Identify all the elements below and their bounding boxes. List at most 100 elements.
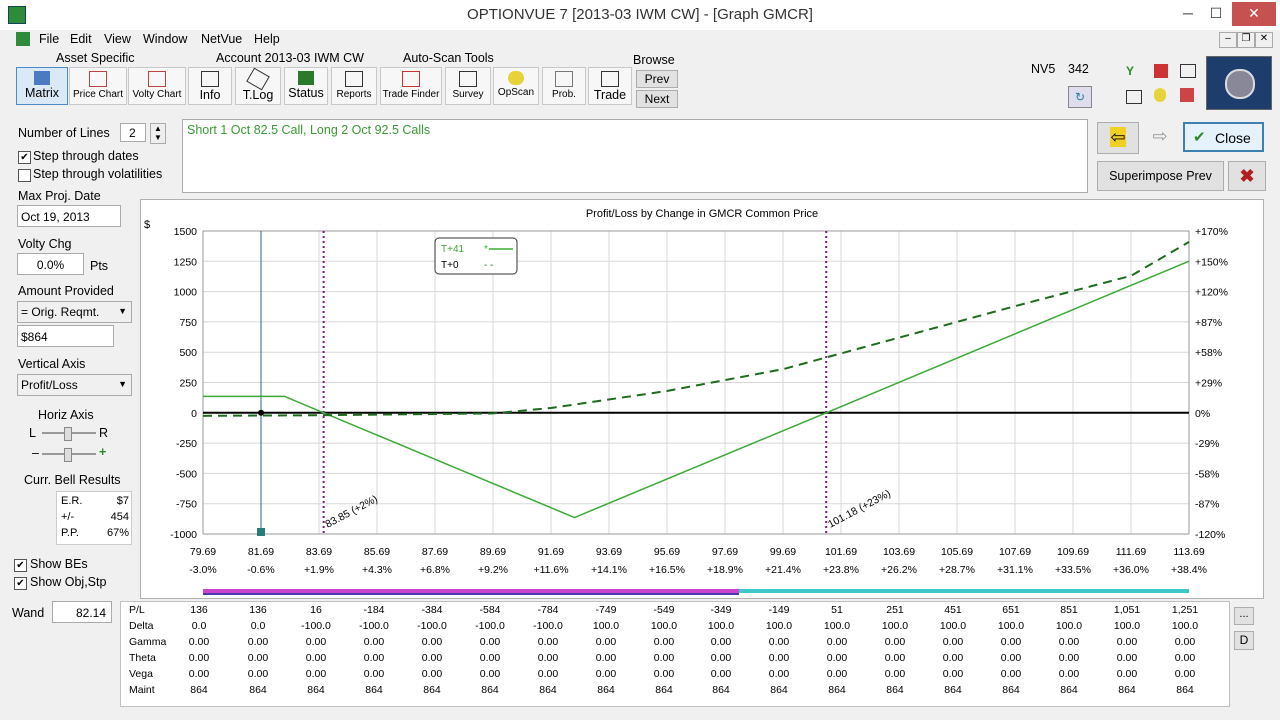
toolbar-status[interactable]: Status — [284, 67, 328, 105]
show-bes-checkbox[interactable]: ✔ — [14, 559, 27, 572]
close-window-button[interactable]: ✕ — [1232, 2, 1276, 26]
grid-cell: 0.00 — [1174, 636, 1196, 648]
grid-cell: 0.00 — [305, 636, 327, 648]
close-button[interactable]: ✔ Close — [1183, 122, 1264, 152]
toolbar-opscan[interactable]: OpScan — [493, 67, 539, 105]
filter-icon[interactable]: Y — [1126, 64, 1140, 78]
config-icon[interactable] — [1180, 88, 1194, 102]
grid-cell: 0.00 — [653, 668, 675, 680]
forward-arrow-button[interactable]: ⇨ — [1141, 122, 1179, 152]
step-vols-checkbox[interactable] — [18, 169, 31, 182]
superimpose-prev-button[interactable]: Superimpose Prev — [1097, 161, 1224, 191]
x-tick-label: 83.69 — [306, 546, 332, 558]
horiz-axis-l: L — [29, 426, 36, 440]
grid-cell: 0.00 — [479, 652, 501, 664]
toolbar-survey[interactable]: Survey — [445, 67, 491, 105]
amount-value-input[interactable]: $864 — [17, 325, 114, 347]
grid-more-button[interactable]: ... — [1234, 607, 1254, 625]
breakeven-label: 83.85 (+2%) — [323, 493, 379, 531]
grid-cell: 100.0 — [707, 620, 735, 632]
grid-cell: 0.00 — [247, 652, 269, 664]
grid-d-button[interactable]: D — [1234, 631, 1254, 650]
volty-chg-label: Volty Chg — [18, 237, 72, 251]
grid-cell: 864 — [712, 684, 730, 696]
alert-icon[interactable] — [1154, 64, 1168, 78]
toolbar-prob[interactable]: Prob. — [542, 67, 586, 105]
grid-cell: 100.0 — [881, 620, 909, 632]
toolbar-trade-finder[interactable]: Trade Finder — [380, 67, 442, 105]
step-dates-checkbox[interactable]: ✔ — [18, 151, 31, 164]
show-obj-checkbox[interactable]: ✔ — [14, 577, 27, 590]
number-of-lines-label: Number of Lines — [18, 126, 110, 140]
prob-icon — [555, 71, 573, 87]
menu-help[interactable]: Help — [254, 32, 280, 46]
grid-cell: 0.00 — [247, 668, 269, 680]
y2-tick-label: +150% — [1195, 256, 1228, 268]
edit-icon[interactable] — [1180, 64, 1196, 78]
grid-cell: 0.00 — [653, 652, 675, 664]
grid-cell: 0.00 — [305, 668, 327, 680]
lines-spinner[interactable]: ▲ ▼ — [150, 123, 166, 144]
grid-cell: 0.0 — [250, 620, 266, 632]
amount-provided-select[interactable]: = Orig. Reqmt. ▼ — [17, 301, 132, 323]
back-arrow-button[interactable]: ⇦ — [1097, 122, 1139, 154]
x-pct-label: +18.9% — [707, 564, 743, 576]
legend-t0-marker: - - — [484, 260, 493, 271]
delete-button[interactable]: ✖ — [1228, 161, 1266, 191]
refresh-icon[interactable]: ↻ — [1068, 86, 1092, 108]
tlog-icon — [246, 67, 270, 91]
chart-title: Profit/Loss by Change in GMCR Common Pri… — [586, 208, 818, 220]
toolbar-matrix[interactable]: Matrix — [16, 67, 68, 105]
number-of-lines-input[interactable]: 2 — [120, 123, 146, 142]
toolbar-info[interactable]: Info — [188, 67, 232, 105]
print-icon[interactable] — [1126, 90, 1142, 104]
mdi-minimize-button[interactable]: – — [1219, 32, 1237, 48]
horiz-axis-lr-slider[interactable] — [42, 427, 96, 441]
menu-view[interactable]: View — [104, 32, 131, 46]
menu-edit[interactable]: Edit — [70, 32, 92, 46]
grid-cell: 0.00 — [363, 668, 385, 680]
toolbar-price-chart[interactable]: Price Chart — [69, 67, 127, 105]
grid-cell: -100.0 — [359, 620, 389, 632]
mdi-close-button[interactable]: ✕ — [1255, 32, 1273, 48]
toolbar-trade[interactable]: Trade — [588, 67, 632, 105]
grid-cell: 0.00 — [595, 668, 617, 680]
menu-window[interactable]: Window — [143, 32, 187, 46]
max-proj-date-input[interactable]: Oct 19, 2013 — [17, 205, 121, 227]
horiz-axis-zoom-slider[interactable] — [42, 448, 96, 462]
legend-t0-label: T+0 — [441, 260, 459, 271]
maximize-button[interactable]: ☐ — [1196, 2, 1236, 26]
max-proj-date-label: Max Proj. Date — [18, 189, 101, 203]
arrow-left-icon: ⇦ — [1110, 127, 1126, 147]
browse-next-button[interactable]: Next — [636, 90, 678, 108]
menu-netvue[interactable]: NetVue — [201, 32, 242, 46]
mdi-restore-button[interactable]: ❐ — [1237, 32, 1255, 48]
grid-cell: 0.00 — [595, 636, 617, 648]
toolbar-volty-chart[interactable]: Volty Chart — [128, 67, 186, 105]
toolbar-reports[interactable]: Reports — [331, 67, 377, 105]
grid-cell: 16 — [310, 604, 322, 616]
grid-cell: 0.00 — [479, 668, 501, 680]
y2-tick-label: +120% — [1195, 287, 1228, 299]
x-tick-label: 101.69 — [825, 546, 857, 558]
x-tick-label: 81.69 — [248, 546, 274, 558]
volty-chg-input[interactable]: 0.0% — [17, 253, 84, 275]
title-bar: OPTIONVUE 7 [2013-03 IWM CW] - [Graph GM… — [0, 0, 1280, 30]
vertical-axis-select[interactable]: Profit/Loss ▼ — [17, 374, 132, 396]
menu-file[interactable]: File — [39, 32, 59, 46]
grid-cell: 0.00 — [710, 652, 732, 664]
y-tick-label: 1500 — [174, 226, 198, 238]
x-tick-label: 87.69 — [422, 546, 448, 558]
grid-cell: -184 — [363, 604, 385, 616]
x-pct-label: +31.1% — [997, 564, 1033, 576]
grid-cell: 0.00 — [884, 668, 906, 680]
close-button-label: Close — [1215, 130, 1251, 146]
grid-cell: 0.00 — [942, 652, 964, 664]
toolbar-tlog[interactable]: T.Log — [235, 67, 281, 105]
wand-input[interactable]: 82.14 — [52, 601, 112, 623]
browse-prev-button[interactable]: Prev — [636, 70, 678, 88]
window-title: OPTIONVUE 7 [2013-03 IWM CW] - [Graph GM… — [467, 6, 813, 23]
grid-cell: -100.0 — [301, 620, 331, 632]
bulb-icon[interactable] — [1154, 88, 1166, 102]
grid-cell: -100.0 — [417, 620, 447, 632]
